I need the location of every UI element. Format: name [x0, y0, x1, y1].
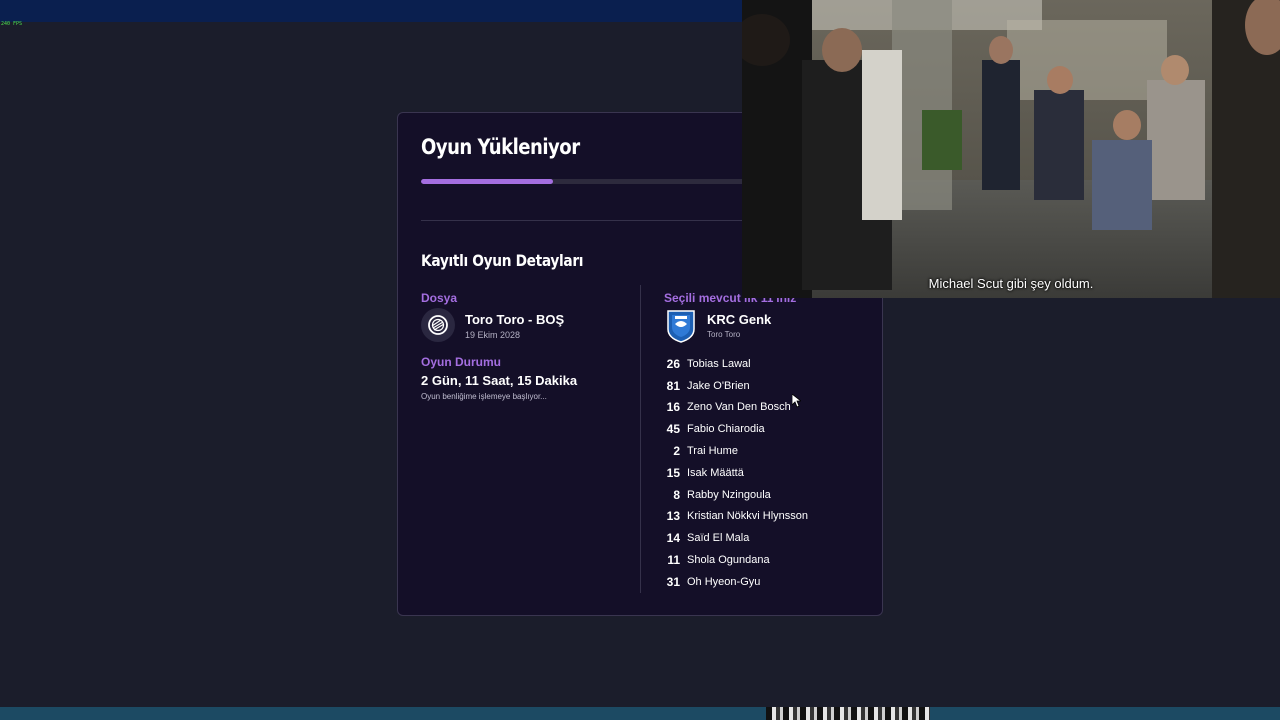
- player-number: 31: [666, 574, 680, 589]
- bottom-taskbar: [0, 707, 1280, 720]
- player-name: Isak Määttä: [687, 466, 744, 479]
- player-row: 14 Saïd El Mala: [660, 527, 870, 549]
- player-row: 11 Shola Ogundana: [660, 549, 870, 571]
- player-name: Rabby Nzingoula: [687, 488, 771, 501]
- player-name: Jake O'Brien: [687, 379, 750, 392]
- bottom-thumbnail: [766, 707, 930, 720]
- player-row: 15 Isak Määttä: [660, 462, 870, 484]
- player-name: Tobias Lawal: [687, 357, 751, 370]
- player-name: Zeno Van Den Bosch: [687, 401, 791, 414]
- save-file-date: 19 Ekim 2028: [465, 330, 521, 340]
- loading-progress-fill: [421, 179, 553, 184]
- player-row: 81 Jake O'Brien: [660, 375, 870, 397]
- loading-title: Oyun Yükleniyor: [421, 135, 580, 159]
- mouse-cursor-icon: [792, 394, 801, 408]
- player-number: 45: [666, 422, 680, 437]
- top-bar: [0, 0, 742, 22]
- player-name: Fabio Chiarodia: [687, 423, 765, 436]
- lineup-player-list: 26 Tobias Lawal 81 Jake O'Brien 16 Zeno Van…: [660, 353, 870, 593]
- save-file-name: Toro Toro - BOŞ: [465, 312, 565, 327]
- player-row: 2 Trai Hume: [660, 440, 870, 462]
- player-name: Shola Ogundana: [687, 554, 770, 567]
- game-status-label: Oyun Durumu: [421, 355, 501, 369]
- player-row: 31 Oh Hyeon-Gyu: [660, 571, 870, 593]
- player-number: 15: [666, 465, 680, 480]
- player-number: 81: [666, 378, 680, 393]
- player-number: 16: [666, 400, 680, 415]
- video-overlay[interactable]: Michael Scut gibi şey oldum.: [742, 0, 1280, 298]
- player-row: 45 Fabio Chiarodia: [660, 418, 870, 440]
- player-name: Kristian Nökkvi Hlynsson: [687, 510, 809, 523]
- player-name: Trai Hume: [687, 445, 738, 458]
- player-number: 26: [666, 356, 680, 371]
- file-label: Dosya: [421, 291, 458, 305]
- game-status-note: Oyun benliğime işlemeye başlıyor...: [421, 392, 547, 401]
- player-row: 13 Kristian Nökkvi Hlynsson: [660, 506, 870, 528]
- club-badge-icon: [667, 310, 695, 343]
- video-frame-image: [742, 0, 1280, 298]
- club-subtitle: Toro Toro: [707, 330, 741, 339]
- player-row: 8 Rabby Nzingoula: [660, 484, 870, 506]
- player-number: 13: [666, 509, 680, 524]
- player-number: 14: [666, 531, 680, 546]
- player-name: Saïd El Mala: [687, 532, 750, 545]
- player-number: 11: [667, 553, 680, 568]
- club-name: KRC Genk: [707, 312, 772, 327]
- column-divider: [640, 285, 641, 593]
- player-row: 16 Zeno Van Den Bosch: [660, 397, 870, 419]
- player-number: 2: [673, 444, 680, 459]
- player-name: Oh Hyeon-Gyu: [687, 575, 761, 588]
- player-number: 8: [673, 487, 680, 502]
- video-subtitle: Michael Scut gibi şey oldum.: [928, 276, 1094, 291]
- saved-game-details-title: Kayıtlı Oyun Detayları: [421, 251, 584, 270]
- player-row: 26 Tobias Lawal: [660, 353, 870, 375]
- fps-counter: 240 FPS: [1, 21, 23, 27]
- save-file-icon: [421, 308, 455, 342]
- game-duration: 2 Gün, 11 Saat, 15 Dakika: [421, 373, 578, 388]
